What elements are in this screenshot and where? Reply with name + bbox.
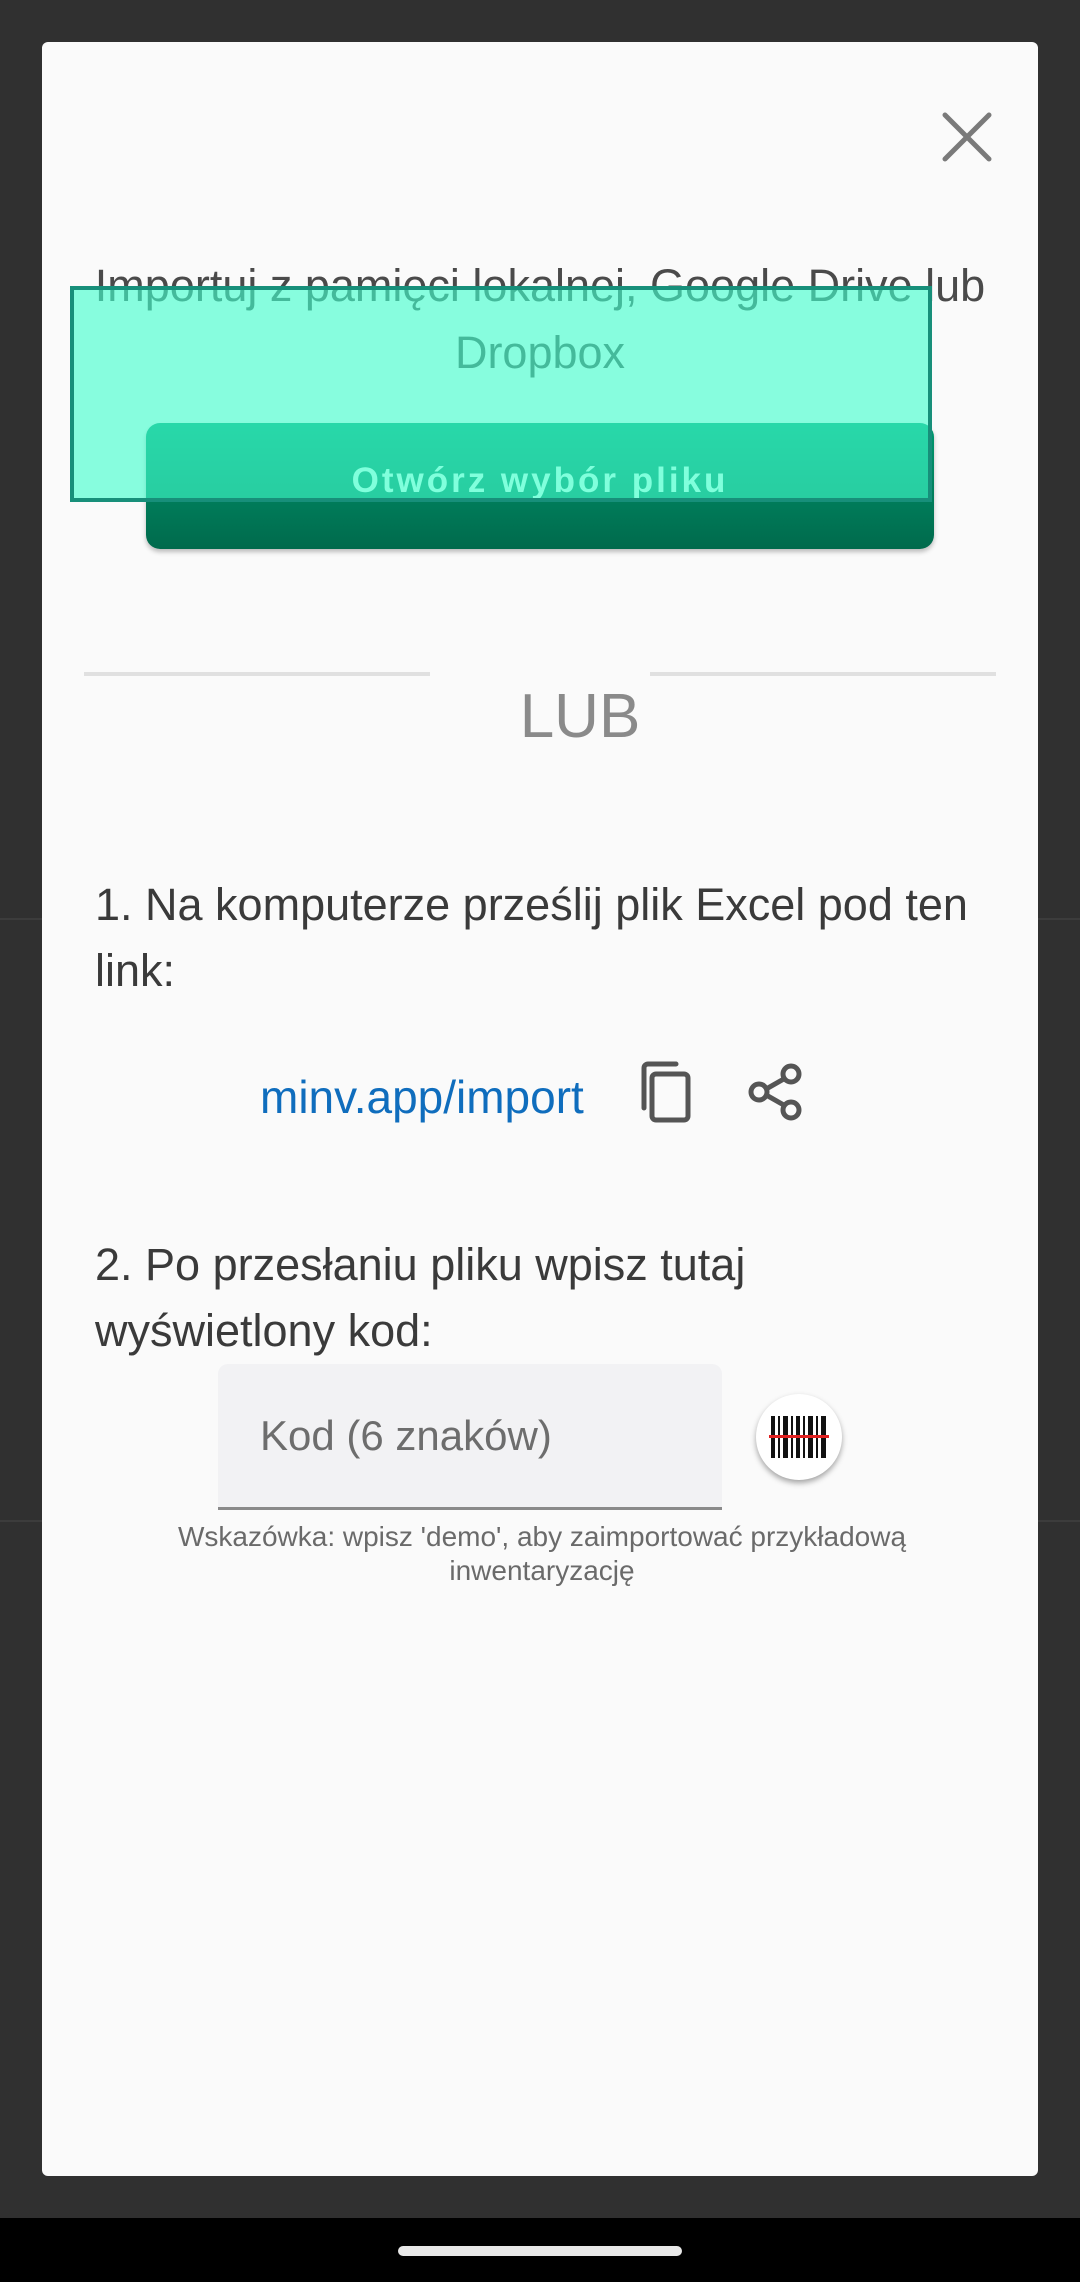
code-field — [218, 1364, 722, 1510]
step-1-instructions: 1. Na komputerze prześlij plik Excel pod… — [95, 879, 968, 996]
or-divider-left — [84, 672, 430, 676]
open-file-picker-button[interactable]: Otwórz wybór pliku — [146, 423, 934, 549]
barcode-scanner-icon — [769, 1416, 829, 1458]
or-label: LUB — [519, 682, 641, 751]
copy-link-button[interactable] — [630, 1052, 710, 1132]
scan-code-button[interactable] — [756, 1394, 842, 1480]
code-input[interactable] — [218, 1364, 722, 1507]
demo-hint: Wskazówka: wpisz 'demo', aby zaimportowa… — [177, 1521, 907, 1586]
share-icon — [748, 1063, 802, 1121]
import-heading: Importuj z pamięci lokalnej, Google Driv… — [94, 260, 986, 378]
or-divider-right — [650, 672, 996, 676]
screen: Importuj z pamięci lokalnej, Google Driv… — [0, 0, 1080, 2282]
home-indicator[interactable] — [398, 2246, 682, 2256]
step-2-instructions: 2. Po przesłaniu pliku wpisz tutaj wyświ… — [95, 1239, 746, 1356]
share-link-button[interactable] — [735, 1052, 815, 1132]
copy-icon — [641, 1061, 691, 1123]
close-button[interactable] — [922, 92, 1012, 182]
close-icon — [942, 112, 992, 162]
import-dialog: Importuj z pamięci lokalnej, Google Driv… — [42, 42, 1038, 2176]
import-link[interactable]: minv.app/import — [260, 1062, 584, 1132]
